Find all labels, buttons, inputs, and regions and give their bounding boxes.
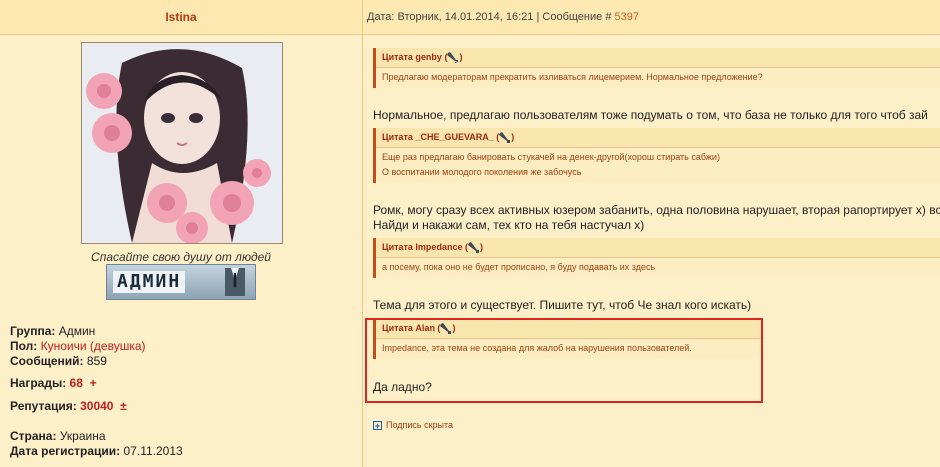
signature-toggle[interactable]: + Подпись скрыта — [373, 420, 453, 431]
quote-block: Цитата Impedance () а посему, пока оно н… — [373, 238, 940, 278]
post-paragraph: Тема для этого и существует. Пишите тут,… — [373, 298, 752, 312]
quote-body: Еще раз предлагаю банировать стукачей на… — [376, 148, 940, 183]
quote-body: Предлагаю модераторам прекратить изливат… — [376, 68, 940, 88]
rank-badge-label: АДМИН — [113, 271, 186, 293]
user-messages-row: Сообщений: 859 — [10, 354, 107, 368]
avatar-image — [82, 43, 282, 243]
user-profile-panel: Istina Спасайте свою душу от людей АДМИН… — [0, 0, 363, 467]
user-reputation-value[interactable]: 30040 — [80, 399, 113, 413]
jump-to-quote-icon[interactable] — [467, 241, 480, 254]
post-date: Дата: Вторник, 14.01.2014, 16:21 | Сообщ… — [367, 11, 612, 23]
user-regdate-value: 07.11.2013 — [123, 444, 183, 458]
jump-to-quote-icon[interactable] — [447, 51, 459, 64]
user-regdate-row: Дата регистрации: 07.11.2013 — [10, 444, 183, 458]
highlight-box — [365, 318, 763, 403]
user-country-value: Украина — [59, 429, 106, 443]
quote-block: Цитата genby () Предлагаю модераторам пр… — [373, 48, 940, 88]
user-group-value: Админ — [58, 324, 96, 338]
username-header: Istina — [0, 0, 362, 35]
user-gender-value: Куноичи (девушка) — [40, 339, 146, 353]
quote-body: а посему, пока оно не будет прописано, я… — [376, 258, 940, 278]
post-paragraph: Ромк, могу сразу всех активных юзером за… — [373, 203, 940, 217]
username[interactable]: Istina — [165, 10, 196, 24]
user-reputation-row: Репутация: 30040 ± — [10, 399, 127, 413]
post-number-link[interactable]: 5397 — [615, 11, 639, 23]
rank-badge: АДМИН — [106, 264, 256, 300]
user-messages-value: 859 — [86, 354, 107, 368]
add-award-button[interactable]: + — [90, 376, 97, 390]
user-group-row: Группа: Админ — [10, 324, 96, 338]
avatar — [81, 42, 283, 244]
suit-icon — [225, 268, 245, 296]
user-gender-row: Пол: Куноичи (девушка) — [10, 339, 146, 353]
signature-toggle-label[interactable]: Подпись скрыта — [386, 420, 453, 430]
jump-to-quote-icon[interactable] — [499, 131, 511, 144]
user-awards-value[interactable]: 68 — [70, 376, 83, 390]
quote-title: Цитата _CHE_GUEVARA_ () — [376, 128, 940, 148]
quote-title: Цитата Impedance () — [376, 238, 940, 258]
post-paragraph: Нормальное, предлагаю пользователям тоже… — [373, 108, 928, 122]
change-reputation-button[interactable]: ± — [120, 399, 127, 413]
quote-block: Цитата _CHE_GUEVARA_ () Еще раз предлага… — [373, 128, 940, 183]
user-motto: Спасайте свою душу от людей — [91, 250, 271, 264]
expand-plus-icon[interactable]: + — [373, 421, 382, 431]
user-country-row: Страна: Украина — [10, 429, 106, 443]
post-paragraph: Найди и накажи сам, тех кто на тебя наст… — [373, 218, 645, 232]
quote-title: Цитата genby () — [376, 48, 940, 68]
user-awards-row: Награды: 68 + — [10, 376, 97, 390]
post-header: Дата: Вторник, 14.01.2014, 16:21 | Сообщ… — [363, 0, 940, 35]
